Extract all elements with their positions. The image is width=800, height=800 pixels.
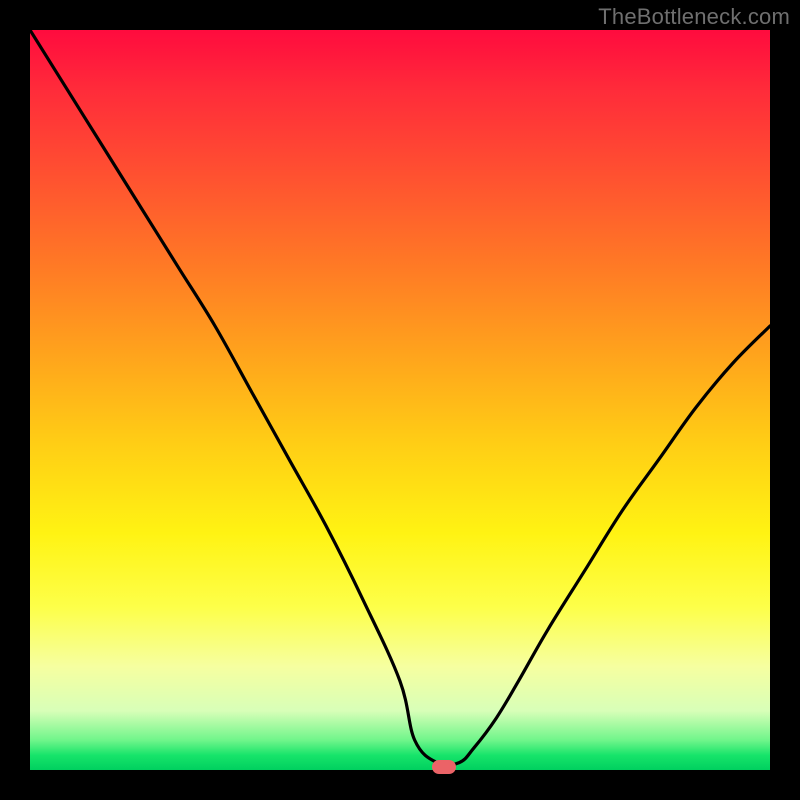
bottleneck-curve-path [30, 30, 770, 765]
optimal-point-marker [432, 760, 456, 774]
curve-svg [30, 30, 770, 770]
chart-frame: TheBottleneck.com [0, 0, 800, 800]
gradient-plot-area [30, 30, 770, 770]
watermark-text: TheBottleneck.com [598, 4, 790, 30]
